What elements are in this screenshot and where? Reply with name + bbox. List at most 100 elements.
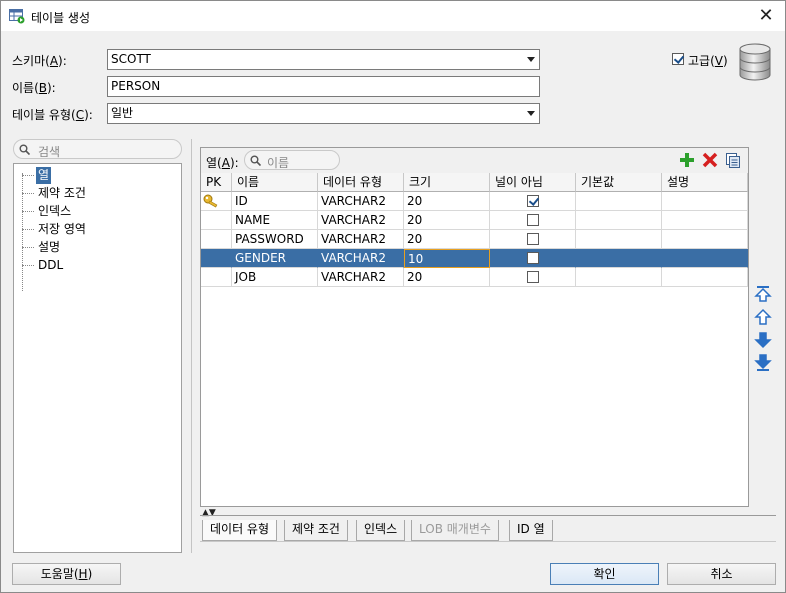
tree-item-columns[interactable]: 열 (36, 167, 52, 184)
pk-cell[interactable] (201, 268, 232, 287)
column-name-cell[interactable]: GENDER (232, 249, 318, 268)
not-null-cell[interactable] (490, 249, 576, 268)
not-null-cell[interactable] (490, 192, 576, 211)
header-default[interactable]: 기본값 (576, 173, 662, 192)
column-name-cell[interactable]: NAME (232, 211, 318, 230)
table-row[interactable]: PASSWORD VARCHAR2 20 (201, 230, 748, 249)
tab-identity-column[interactable]: ID 열 (509, 520, 553, 541)
not-null-checkbox[interactable] (527, 233, 539, 245)
move-down-icon[interactable] (754, 331, 772, 349)
table-row[interactable]: GENDER VARCHAR2 10 (201, 249, 748, 268)
nav-search-input[interactable]: 검색 (13, 139, 182, 159)
size-cell[interactable]: 20 (404, 211, 490, 230)
copy-column-icon[interactable] (725, 152, 741, 168)
data-type-cell[interactable]: VARCHAR2 (318, 192, 404, 211)
pk-cell[interactable] (201, 230, 232, 249)
header-not-null[interactable]: 널이 아님 (490, 173, 576, 192)
close-button[interactable]: ✕ (755, 5, 777, 27)
header-pk[interactable]: PK (201, 173, 232, 192)
default-cell[interactable] (576, 211, 662, 230)
not-null-checkbox[interactable] (527, 271, 539, 283)
chevron-down-icon (527, 57, 535, 62)
comment-cell[interactable] (662, 230, 748, 249)
advanced-checkbox[interactable] (672, 53, 684, 65)
move-bottom-icon[interactable] (754, 354, 772, 372)
tab-constraints[interactable]: 제약 조건 (284, 520, 348, 541)
comment-cell[interactable] (662, 211, 748, 230)
schema-select[interactable]: SCOTT (107, 49, 540, 70)
grid-header-row: PK 이름 데이터 유형 크기 널이 아님 기본값 설명 (201, 173, 748, 192)
header-data-type[interactable]: 데이터 유형 (318, 173, 404, 192)
pk-cell[interactable] (201, 211, 232, 230)
tab-divider (200, 515, 776, 516)
move-top-icon[interactable] (754, 285, 772, 303)
size-cell[interactable]: 20 (404, 230, 490, 249)
header-name[interactable]: 이름 (232, 173, 318, 192)
cancel-button[interactable]: 취소 (667, 563, 776, 585)
default-cell[interactable] (576, 192, 662, 211)
pk-cell[interactable] (201, 249, 232, 268)
not-null-cell[interactable] (490, 211, 576, 230)
delete-column-icon[interactable] (702, 152, 718, 168)
header-comment[interactable]: 설명 (662, 173, 748, 192)
column-name-cell[interactable]: JOB (232, 268, 318, 287)
table-row[interactable]: JOB VARCHAR2 20 (201, 268, 748, 287)
tree-item-constraints[interactable]: 제약 조건 (36, 185, 88, 202)
move-buttons (754, 285, 772, 375)
table-name-input[interactable]: PERSON (107, 76, 540, 97)
data-type-cell[interactable]: VARCHAR2 (318, 249, 404, 268)
not-null-cell[interactable] (490, 268, 576, 287)
pk-cell[interactable] (201, 192, 232, 211)
tree-item-indexes[interactable]: 인덱스 (36, 203, 73, 220)
ok-button[interactable]: 확인 (550, 563, 659, 585)
create-table-dialog: 테이블 생성 ✕ 스키마(A): SCOTT 이름(B): PERSON 테이블… (0, 0, 786, 593)
collapse-toggle-icon[interactable]: ▲▼ (202, 508, 216, 518)
title-bar: 테이블 생성 ✕ (1, 1, 785, 31)
tab-data-type[interactable]: 데이터 유형 (202, 520, 278, 541)
default-cell[interactable] (576, 249, 662, 268)
table-type-select[interactable]: 일반 (107, 103, 540, 124)
tree-branch (22, 247, 34, 248)
database-icon (739, 43, 771, 81)
not-null-checkbox[interactable] (527, 214, 539, 226)
columns-toolbar: 열(A): 이름 (201, 148, 748, 173)
table-type-value: 일반 (111, 106, 134, 120)
schema-label: 스키마(A): (12, 54, 67, 68)
not-null-checkbox[interactable] (527, 252, 539, 264)
help-button[interactable]: 도움말(H) (12, 563, 121, 585)
tree-item-comment[interactable]: 설명 (36, 239, 62, 256)
column-name-cell[interactable]: ID (232, 192, 318, 211)
columns-panel: 열(A): 이름 PK 이름 데이터 유형 크기 널이 아님 기본값 설명 ID… (200, 147, 749, 507)
comment-cell[interactable] (662, 268, 748, 287)
tab-indexes[interactable]: 인덱스 (356, 520, 406, 541)
data-type-cell[interactable]: VARCHAR2 (318, 230, 404, 249)
table-row[interactable]: ID VARCHAR2 20 (201, 192, 748, 211)
tree-item-ddl[interactable]: DDL (36, 257, 65, 274)
primary-key-icon (203, 194, 218, 208)
schema-value: SCOTT (111, 52, 151, 66)
move-up-icon[interactable] (754, 308, 772, 326)
data-type-cell[interactable]: VARCHAR2 (318, 211, 404, 230)
column-filter-input[interactable]: 이름 (244, 150, 340, 170)
name-label: 이름(B): (12, 81, 56, 95)
default-cell[interactable] (576, 268, 662, 287)
size-cell[interactable]: 10 (404, 249, 490, 268)
not-null-checkbox[interactable] (527, 195, 539, 207)
not-null-cell[interactable] (490, 230, 576, 249)
header-size[interactable]: 크기 (404, 173, 490, 192)
data-type-cell[interactable]: VARCHAR2 (318, 268, 404, 287)
tree-branch (22, 175, 34, 176)
add-column-icon[interactable] (679, 152, 695, 168)
tab-lob-parameters[interactable]: LOB 매개변수 (411, 520, 499, 541)
size-cell[interactable]: 20 (404, 268, 490, 287)
tree-item-storage[interactable]: 저장 영역 (36, 221, 88, 238)
tree-branch (22, 229, 34, 230)
comment-cell[interactable] (662, 249, 748, 268)
table-row[interactable]: NAME VARCHAR2 20 (201, 211, 748, 230)
column-name-cell[interactable]: PASSWORD (232, 230, 318, 249)
tree-branch (22, 211, 34, 212)
default-cell[interactable] (576, 230, 662, 249)
size-cell[interactable]: 20 (404, 192, 490, 211)
comment-cell[interactable] (662, 192, 748, 211)
panel-splitter[interactable] (191, 139, 192, 553)
